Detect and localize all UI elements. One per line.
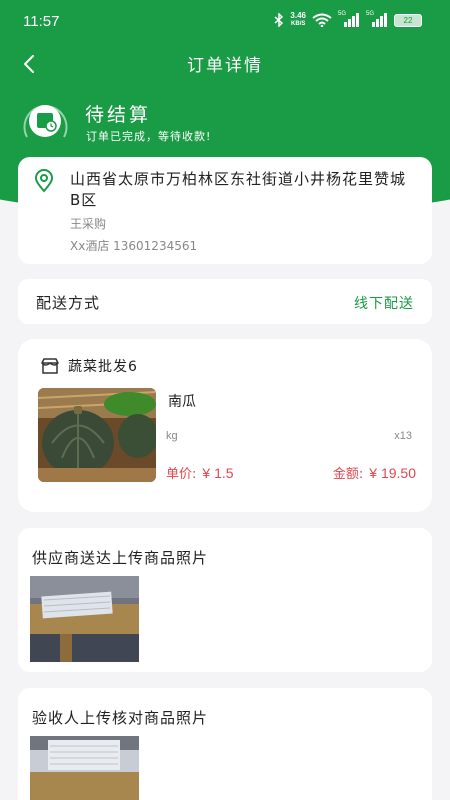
delivery-method-value: 线下配送	[354, 296, 414, 312]
recipient-name: 王采购	[70, 217, 107, 231]
receiver-photo-card: 验收人上传核对商品照片	[18, 688, 432, 800]
signal-2: 5G	[366, 11, 388, 27]
supplier-photo-title: 供应商送达上传商品照片	[32, 549, 209, 567]
amount: 金额: ¥ 19.50	[333, 463, 416, 482]
supplier-photo-card: 供应商送达上传商品照片	[18, 528, 432, 672]
recipient-phone: Xx酒店 13601234561	[70, 239, 198, 253]
battery-icon: 22	[394, 13, 422, 27]
amount-label: 金额:	[332, 467, 364, 482]
bluetooth-icon	[274, 13, 284, 27]
signal-icon	[372, 13, 387, 27]
signal-1: 5G	[338, 11, 360, 27]
network-speed-unit: KB/S	[291, 21, 306, 27]
order-detail-screen: 11:57 3.46 KB/S 5G 5G 22 订单详情 待结算 订单已完成，…	[0, 0, 450, 800]
clock-icon	[18, 98, 73, 144]
store-icon	[41, 358, 59, 374]
order-status-subtitle: 订单已完成，等待收款!	[86, 130, 212, 143]
receiver-photo[interactable]	[30, 736, 139, 800]
wifi-icon	[312, 13, 332, 27]
status-bar: 11:57 3.46 KB/S 5G 5G 22	[0, 0, 450, 42]
product-card: 蔬菜批发6 南瓜 kg x13 单价: ¥ 1.5 金额: ¥ 19.50	[18, 339, 432, 512]
delivery-method-label: 配送方式	[36, 294, 101, 312]
product-image[interactable]	[38, 388, 156, 482]
unit-price-value: ¥ 1.5	[202, 465, 234, 481]
supplier-photo[interactable]	[30, 576, 139, 662]
receiver-photo-title: 验收人上传核对商品照片	[32, 709, 209, 727]
unit-price-label: 单价:	[166, 467, 197, 482]
order-status: 待结算 订单已完成，等待收款!	[18, 98, 418, 144]
network-speed: 3.46 KB/S	[290, 12, 306, 28]
address-card[interactable]: 山西省太原市万柏林区东社街道小井杨花里赞城B区 王采购 Xx酒店 1360123…	[18, 157, 432, 264]
amount-value: ¥ 19.50	[369, 465, 416, 481]
signal-icon	[344, 13, 359, 27]
unit-price: 单价: ¥ 1.5	[166, 463, 234, 482]
order-status-title: 待结算	[85, 104, 152, 126]
price-row: 单价: ¥ 1.5 金额: ¥ 19.50	[166, 463, 416, 483]
product-quantity: x13	[394, 430, 412, 442]
page-title: 订单详情	[187, 56, 263, 76]
location-pin-icon	[32, 169, 56, 193]
status-time: 11:57	[23, 13, 60, 30]
store-name: 蔬菜批发6	[68, 359, 138, 375]
address-text: 山西省太原市万柏林区东社街道小井杨花里赞城B区	[70, 170, 407, 209]
product-name: 南瓜	[168, 394, 196, 410]
store-header[interactable]: 蔬菜批发6	[40, 355, 138, 377]
product-unit: kg	[166, 430, 178, 442]
status-icons: 3.46 KB/S 5G 5G 22	[274, 11, 422, 28]
network-speed-value: 3.46	[290, 11, 306, 20]
delivery-method-row[interactable]: 配送方式 线下配送	[18, 279, 432, 324]
nav-bar: 订单详情	[0, 42, 450, 86]
